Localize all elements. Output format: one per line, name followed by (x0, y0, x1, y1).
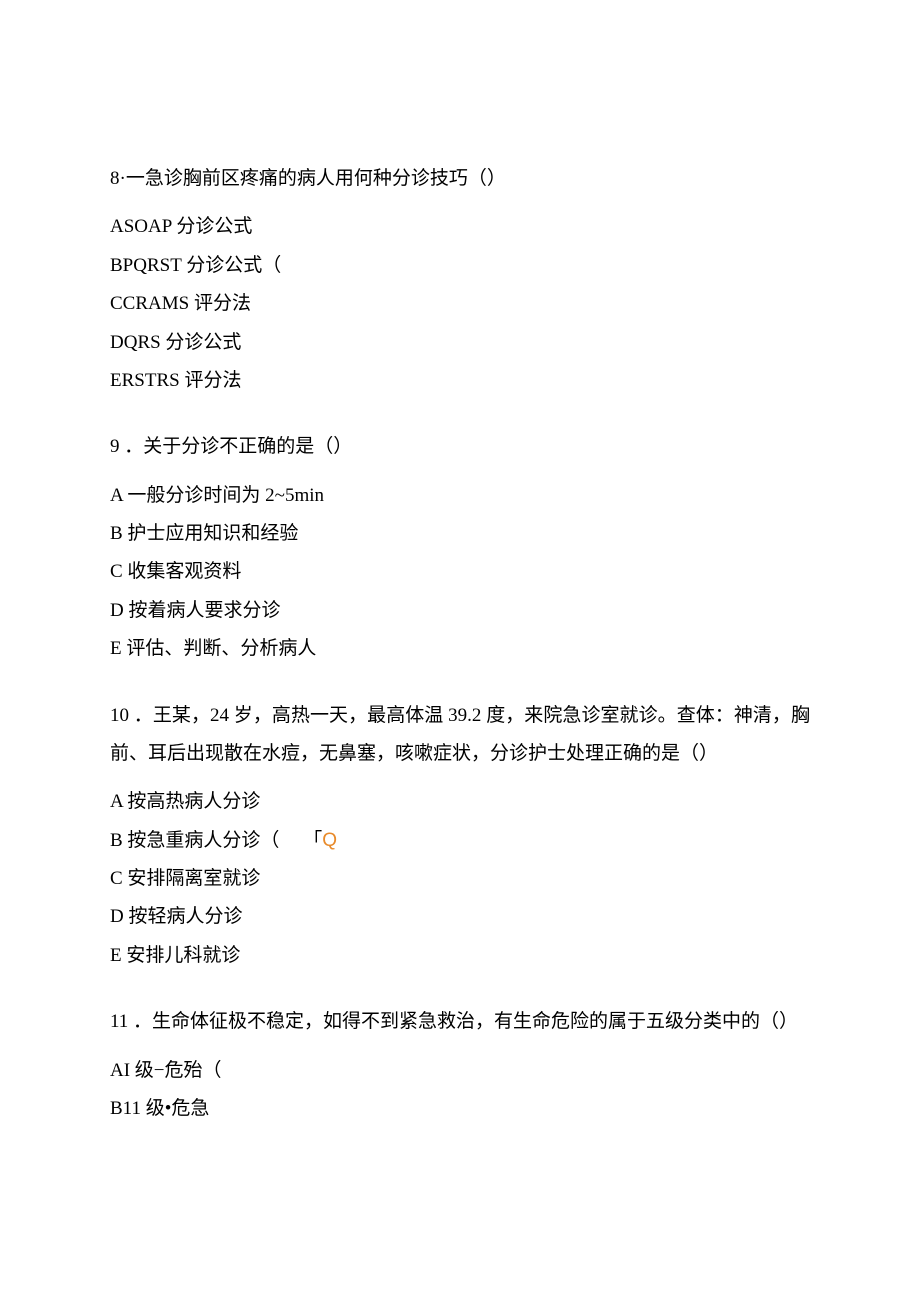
q9-opt-b: B 护士应用知识和经验 (110, 515, 810, 553)
q9-opt-c: C 收集客观资料 (110, 553, 810, 591)
q8-opt-e: ERSTRS 评分法 (110, 362, 810, 400)
document-page: 8·一急诊胸前区疼痛的病人用何种分诊技巧（） ASOAP 分诊公式 BPQRST… (0, 0, 920, 1128)
q8-options: ASOAP 分诊公式 BPQRST 分诊公式（ CCRAMS 评分法 DQRS … (110, 208, 810, 400)
q10-opt-a: A 按高热病人分诊 (110, 783, 810, 821)
q10-q-mark: Q (322, 830, 337, 851)
q8-opt-b: BPQRST 分诊公式（ (110, 247, 810, 285)
q9-stem: 9 ．关于分诊不正确的是（） (110, 428, 810, 466)
q8-stem: 8·一急诊胸前区疼痛的病人用何种分诊技巧（） (110, 160, 810, 198)
q8-opt-a: ASOAP 分诊公式 (110, 208, 810, 246)
q10-options: A 按高热病人分诊 B 按急重病人分诊（ 「Q C 安排隔离室就诊 D 按轻病人… (110, 783, 810, 975)
q10-opt-c: C 安排隔离室就诊 (110, 860, 810, 898)
q8-opt-c: CCRAMS 评分法 (110, 285, 810, 323)
q10-opt-d: D 按轻病人分诊 (110, 898, 810, 936)
q9-options: A 一般分诊时间为 2~5min B 护士应用知识和经验 C 收集客观资料 D … (110, 477, 810, 669)
q9-opt-e: E 评估、判断、分析病人 (110, 630, 810, 668)
q11-opt-b: B11 级•危急 (110, 1090, 810, 1128)
q11-stem: 11 ．生命体征极不稳定，如得不到紧急救治，有生命危险的属于五级分类中的（） (110, 1003, 810, 1041)
q11-opt-a: AI 级−危殆（ (110, 1052, 810, 1090)
q10-bracket: 「 (303, 822, 322, 860)
q10-opt-b-text: B 按急重病人分诊（ (110, 830, 279, 851)
q8-opt-d: DQRS 分诊公式 (110, 324, 810, 362)
q9-opt-a: A 一般分诊时间为 2~5min (110, 477, 810, 515)
q9-opt-d: D 按着病人要求分诊 (110, 592, 810, 630)
q10-stem: 10 ．王某，24 岁，高热一天，最高体温 39.2 度，来院急诊室就诊。查体：… (110, 697, 810, 774)
q11-options: AI 级−危殆（ B11 级•危急 (110, 1052, 810, 1129)
q10-opt-e: E 安排儿科就诊 (110, 937, 810, 975)
q10-opt-b: B 按急重病人分诊（ 「Q (110, 822, 810, 860)
